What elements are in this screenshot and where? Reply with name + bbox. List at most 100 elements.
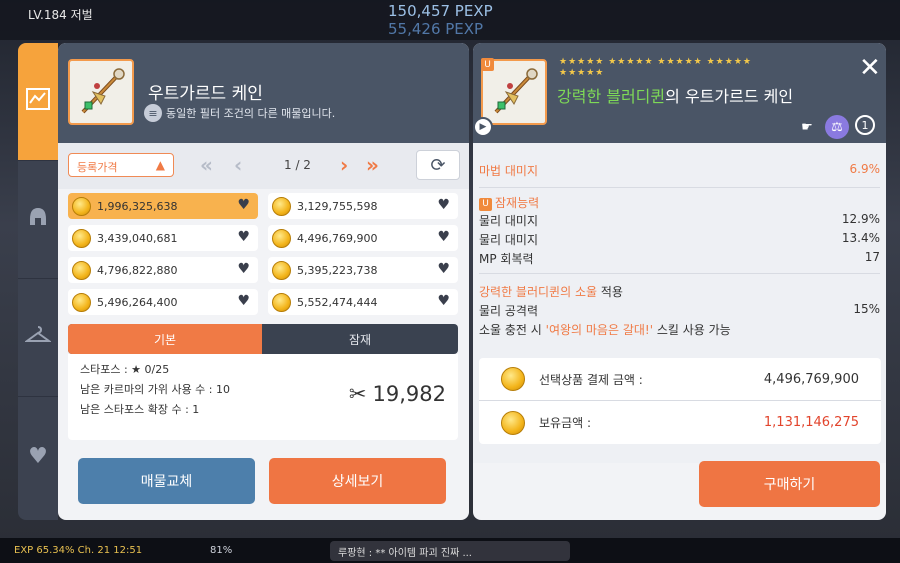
soul-prefix: 강력한 블러디퀸 bbox=[557, 87, 666, 106]
refresh-button[interactable]: ⟳ bbox=[416, 150, 460, 180]
chart-icon bbox=[26, 87, 50, 116]
heart-icon[interactable]: ♥ bbox=[437, 261, 450, 277]
cane-icon bbox=[494, 68, 538, 114]
divider bbox=[479, 273, 880, 274]
item-name: 우트가르드 케인 bbox=[148, 84, 263, 104]
meso-coin-icon bbox=[272, 196, 291, 216]
listing-panel: 우트가르드 케인 ≡ 동일한 필터 조건의 다른 매물입니다. 등록가격 ▲ «… bbox=[58, 43, 469, 520]
price-item[interactable]: 1,996,325,638 ♥ bbox=[68, 193, 258, 219]
item-full-name: 강력한 블러디퀸의 우트가르드 케인 bbox=[557, 83, 793, 107]
soul-skill-suffix: 스킬 사용 가능 bbox=[653, 323, 731, 337]
first-page-icon[interactable]: « bbox=[200, 153, 213, 177]
heart-icon[interactable]: ♥ bbox=[237, 197, 250, 213]
starforce-stars: ★★★★★ ★★★★★ ★★★★★ ★★★★★ ★★★★★ bbox=[559, 57, 752, 78]
exp-readout: 150,457 PEXP bbox=[388, 2, 493, 20]
category-sidebar: ♥ bbox=[18, 43, 58, 520]
heart-icon[interactable]: ♥ bbox=[437, 197, 450, 213]
soul-skill-name: '여왕의 마음은 갈대!' bbox=[545, 323, 654, 337]
next-page-icon[interactable]: › bbox=[340, 153, 348, 177]
filter-icon: ≡ bbox=[144, 104, 162, 122]
last-page-icon[interactable]: » bbox=[366, 153, 379, 177]
sort-pagination-bar: 등록가격 ▲ « ‹ 1 / 2 › » ⟳ bbox=[58, 143, 469, 189]
play-icon: ▶ bbox=[479, 122, 487, 132]
scissors-icon: ✂ bbox=[348, 382, 367, 406]
meso-coin-icon bbox=[501, 367, 525, 391]
payment-summary: 선택상품 결제 금액 : 4,496,769,900 보유금액 : 1,131,… bbox=[479, 358, 881, 444]
price-item[interactable]: 3,129,755,598 ♥ bbox=[268, 193, 458, 219]
pay-amount: 4,496,769,900 bbox=[763, 371, 859, 387]
hand-icon[interactable]: ☛ bbox=[795, 115, 819, 139]
meso-coin-icon bbox=[272, 260, 291, 280]
sidebar-tab-equipment[interactable] bbox=[18, 161, 58, 279]
sort-ascending-icon: ▲ bbox=[155, 158, 165, 172]
stat-value: 6.9% bbox=[849, 162, 881, 176]
price-value: 3,439,040,681 bbox=[97, 231, 178, 245]
change-listing-button[interactable]: 매물교체 bbox=[78, 458, 255, 504]
meso-coin-icon bbox=[72, 292, 91, 312]
heart-icon[interactable]: ♥ bbox=[237, 229, 250, 245]
listing-header: 우트가르드 케인 ≡ 동일한 필터 조건의 다른 매물입니다. bbox=[58, 43, 469, 143]
sort-dropdown[interactable]: 등록가격 ▲ bbox=[68, 153, 174, 177]
selected-price-row: 선택상품 결제 금액 : 4,496,769,900 bbox=[479, 358, 881, 401]
soul-skill-row: 소울 충전 시 '여왕의 마음은 갈대!' 스킬 사용 가능 bbox=[479, 321, 880, 338]
price-value: 5,496,264,400 bbox=[97, 295, 178, 309]
bottom-status-bar: EXP 65.34% Ch. 21 12:51 81% 루팡현 : ** 아이템… bbox=[0, 538, 900, 563]
meso-coin-icon bbox=[272, 228, 291, 248]
magic-damage-row: 마법 대미지 6.9% bbox=[479, 162, 880, 179]
soul-skill-prefix: 소울 충전 시 bbox=[479, 323, 546, 337]
price-value: 5,395,223,738 bbox=[297, 263, 378, 277]
unique-grade-badge: U bbox=[479, 198, 492, 211]
price-item[interactable]: 5,552,474,444 ♥ bbox=[268, 289, 458, 315]
stat-label: 마법 대미지 bbox=[479, 164, 539, 178]
chat-preview[interactable]: 루팡현 : ** 아이템 파괴 진짜 ... bbox=[330, 541, 570, 561]
compare-scale-icon[interactable]: ⚖ bbox=[825, 115, 849, 139]
soul-name: 강력한 블러디퀸의 소울 bbox=[479, 285, 598, 299]
stat-label: MP 회복력 bbox=[479, 252, 534, 266]
item-base-name: 의 우트가르드 케인 bbox=[665, 87, 794, 106]
heart-icon[interactable]: ♥ bbox=[237, 261, 250, 277]
price-item[interactable]: 5,395,223,738 ♥ bbox=[268, 257, 458, 283]
heart-icon[interactable]: ♥ bbox=[437, 229, 450, 245]
sidebar-tab-fashion[interactable] bbox=[18, 279, 58, 397]
price-value: 1,996,325,638 bbox=[97, 199, 178, 213]
exp-status: EXP 65.34% Ch. 21 12:51 bbox=[14, 545, 143, 556]
purchase-button[interactable]: 구매하기 bbox=[699, 461, 880, 507]
info-number-icon[interactable]: 1 bbox=[855, 115, 875, 135]
price-item[interactable]: 4,496,769,900 ♥ bbox=[268, 225, 458, 251]
potential-line: 물리 대미지 13.4% bbox=[479, 231, 880, 248]
cane-icon bbox=[81, 68, 125, 114]
heart-icon[interactable]: ♥ bbox=[237, 293, 250, 309]
price-item[interactable]: 4,796,822,880 ♥ bbox=[68, 257, 258, 283]
soul-row: 강력한 블러디퀸의 소울 적용 bbox=[479, 283, 880, 300]
scissors-count-value: 19,982 bbox=[372, 382, 446, 406]
meso-coin-icon bbox=[501, 410, 525, 435]
price-item[interactable]: 5,496,264,400 ♥ bbox=[68, 289, 258, 315]
preview-play-button[interactable]: ▶ bbox=[473, 117, 493, 137]
stat-label: 물리 공격력 bbox=[479, 304, 539, 318]
sort-label: 등록가격 bbox=[77, 161, 118, 174]
stat-value: 17 bbox=[864, 250, 880, 264]
helmet-icon bbox=[26, 205, 50, 235]
price-item[interactable]: 3,439,040,681 ♥ bbox=[68, 225, 258, 251]
heart-icon: ♥ bbox=[28, 443, 48, 469]
close-icon[interactable]: ✕ bbox=[859, 55, 881, 81]
battery-level: 81% bbox=[210, 545, 233, 556]
tab-basic[interactable]: 기본 bbox=[68, 324, 262, 354]
potential-line: MP 회복력 17 bbox=[479, 250, 880, 267]
potential-line: 물리 대미지 12.9% bbox=[479, 212, 880, 229]
view-detail-button[interactable]: 상세보기 bbox=[269, 458, 446, 504]
item-thumbnail bbox=[68, 59, 134, 125]
exp-readout-secondary: 55,426 PEXP bbox=[388, 20, 484, 38]
stat-label: 물리 대미지 bbox=[479, 214, 539, 228]
sidebar-tab-chart[interactable] bbox=[18, 43, 58, 161]
page-indicator: 1 / 2 bbox=[284, 158, 311, 172]
tab-potential[interactable]: 잠재 bbox=[262, 324, 458, 354]
owned-meso-row: 보유금액 : 1,131,146,275 bbox=[479, 401, 881, 444]
sidebar-tab-favorites[interactable]: ♥ bbox=[18, 397, 58, 515]
prev-page-icon[interactable]: ‹ bbox=[234, 153, 242, 177]
heart-icon[interactable]: ♥ bbox=[437, 293, 450, 309]
potential-label: 잠재능력 bbox=[495, 196, 540, 210]
top-status-bar: LV.184 저벌 150,457 PEXP 55,426 PEXP bbox=[0, 0, 900, 40]
basic-info: 스타포스 : ★ 0/25 남은 카르마의 가위 사용 수 : 10 남은 스타… bbox=[68, 354, 458, 440]
price-value: 3,129,755,598 bbox=[297, 199, 378, 213]
